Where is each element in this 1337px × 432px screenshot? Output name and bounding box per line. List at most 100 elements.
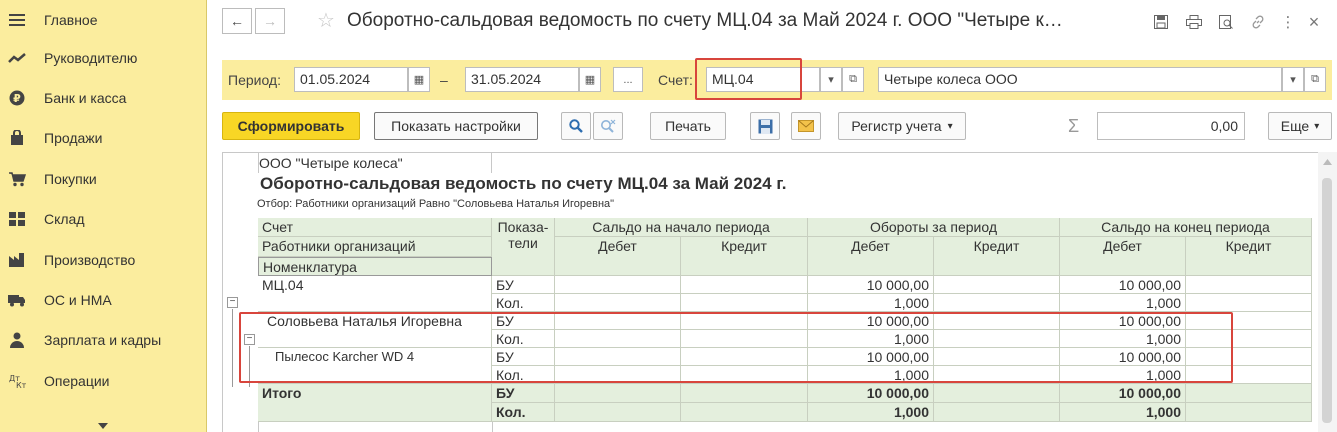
row-cell (934, 348, 1060, 366)
page-title: Оборотно-сальдовая ведомость по счету МЦ… (347, 10, 1063, 31)
register-label: Регистр учета (851, 118, 942, 134)
sidebar-scroll-down[interactable] (0, 420, 206, 432)
preview-icon[interactable] (1215, 11, 1237, 33)
sidebar-item-sales[interactable]: Продажи (0, 118, 206, 158)
date-from-input[interactable]: 01.05.2024 (294, 67, 408, 92)
column-divider (258, 422, 259, 432)
row-cell (934, 276, 1060, 294)
total-cell (1186, 403, 1312, 422)
more-button[interactable]: Еще ▾ (1268, 112, 1332, 140)
register-dropdown-button[interactable]: Регистр учета ▾ (838, 112, 966, 140)
favorite-star-icon[interactable]: ☆ (315, 9, 337, 32)
warehouse-grid-icon (0, 209, 34, 229)
sidebar-item-salary[interactable]: Зарплата и кадры (0, 320, 206, 360)
organization-dropdown-button[interactable]: ▾ (1282, 67, 1304, 92)
more-vertical-icon[interactable]: ⋮ (1277, 11, 1299, 33)
floppy-disk-icon (758, 119, 772, 134)
row-indicator: БУ (492, 276, 555, 294)
close-icon[interactable]: × (1303, 11, 1325, 33)
report-organization: ООО "Четыре колеса" (259, 155, 403, 171)
sidebar-item-label: Руководителю (44, 50, 138, 66)
organization-open-button[interactable]: ⧉ (1304, 67, 1326, 92)
triangle-down-icon (98, 423, 108, 429)
date-from-calendar-button[interactable]: ▦ (408, 67, 430, 92)
row-indicator: БУ (492, 348, 555, 366)
scrollbar-thumb[interactable] (1322, 178, 1332, 423)
collapse-toggle[interactable]: − (244, 334, 255, 345)
row-cell (681, 294, 808, 312)
sidebar-item-label: Продажи (44, 130, 103, 146)
save-button[interactable] (750, 112, 780, 140)
row-indicator: Кол. (492, 330, 555, 348)
row-turnover-debit: 1,000 (808, 294, 934, 312)
sidebar-item-bank[interactable]: ₽ Банк и касса (0, 78, 206, 118)
row-end-debit: 1,000 (1060, 294, 1186, 312)
organization-input[interactable]: Четыре колеса ООО (878, 67, 1282, 92)
row-cell (1186, 366, 1312, 384)
row-cell (555, 366, 681, 384)
person-icon (0, 330, 34, 350)
header-turnover: Обороты за период (808, 218, 1060, 237)
search-button[interactable] (561, 112, 591, 140)
row-cell (1186, 312, 1312, 330)
tree-line (232, 309, 233, 387)
row-cell (934, 312, 1060, 330)
triangle-up-icon (1323, 159, 1332, 165)
sidebar-item-label: Зарплата и кадры (44, 332, 162, 348)
row-cell (555, 294, 681, 312)
header-end-credit: Кредит (1186, 237, 1312, 276)
date-to-input[interactable]: 31.05.2024 (465, 67, 579, 92)
report-sheet: ООО "Четыре колеса" Оборотно-сальдовая в… (222, 152, 1318, 432)
sidebar-item-label: Главное (44, 12, 98, 28)
sidebar-item-manager[interactable]: Руководителю (0, 38, 206, 78)
window-header: ← → ☆ Оборотно-сальдовая ведомость по сч… (207, 0, 1337, 50)
factory-icon (0, 250, 34, 270)
row-turnover-debit: 10 000,00 (808, 276, 934, 294)
sidebar-item-fixed-assets[interactable]: ОС и НМА (0, 280, 206, 320)
save-doc-icon[interactable] (1150, 11, 1172, 33)
back-button[interactable]: ← (222, 8, 252, 34)
sidebar-item-label: ОС и НМА (44, 292, 112, 308)
header-employees: Работники организаций (258, 237, 492, 257)
forward-button[interactable]: → (255, 8, 285, 34)
show-settings-button[interactable]: Показать настройки (374, 112, 538, 140)
total-cell (1186, 384, 1312, 403)
sidebar-item-warehouse[interactable]: Склад (0, 199, 206, 239)
collapse-toggle[interactable]: − (227, 297, 238, 308)
period-label: Период: (228, 72, 281, 88)
column-divider (258, 153, 259, 173)
row-cell (934, 294, 1060, 312)
row-cell (934, 330, 1060, 348)
account-open-button[interactable]: ⧉ (842, 67, 864, 92)
calendar-icon: ▦ (584, 74, 596, 86)
chevron-down-icon: ▾ (1314, 120, 1320, 132)
sidebar-item-production[interactable]: Производство (0, 240, 206, 280)
search-cancel-button[interactable] (593, 112, 623, 140)
trend-chart-icon (0, 48, 34, 68)
shopping-cart-icon (0, 169, 34, 189)
sidebar-item-label: Производство (44, 252, 136, 268)
sidebar-item-purchases[interactable]: Покупки (0, 159, 206, 199)
print-button[interactable]: Печать (650, 112, 726, 140)
total-turnover-debit: 10 000,00 (808, 384, 934, 403)
total-end-debit: 10 000,00 (1060, 384, 1186, 403)
generate-button[interactable]: Сформировать (222, 112, 360, 140)
send-email-button[interactable] (791, 112, 821, 140)
sidebar-item-main[interactable]: Главное (0, 0, 206, 40)
row-cell (1186, 330, 1312, 348)
date-to-calendar-button[interactable]: ▦ (579, 67, 601, 92)
link-icon[interactable] (1247, 11, 1269, 33)
row-cell (681, 330, 808, 348)
sidebar-item-label: Покупки (44, 171, 97, 187)
header-start-debit: Дебет (555, 237, 681, 276)
truck-icon (0, 290, 34, 310)
search-cancel-icon (601, 119, 616, 133)
account-input[interactable]: МЦ.04 (706, 67, 820, 92)
sidebar-item-label: Банк и касса (44, 90, 127, 106)
account-dropdown-button[interactable]: ▾ (820, 67, 842, 92)
period-select-button[interactable]: ... (613, 67, 643, 92)
sidebar-item-operations[interactable]: Дт Кт Операции (0, 361, 206, 401)
menu-lines-icon (0, 10, 34, 30)
printer-icon[interactable] (1183, 11, 1205, 33)
vertical-scrollbar[interactable] (1318, 152, 1337, 432)
